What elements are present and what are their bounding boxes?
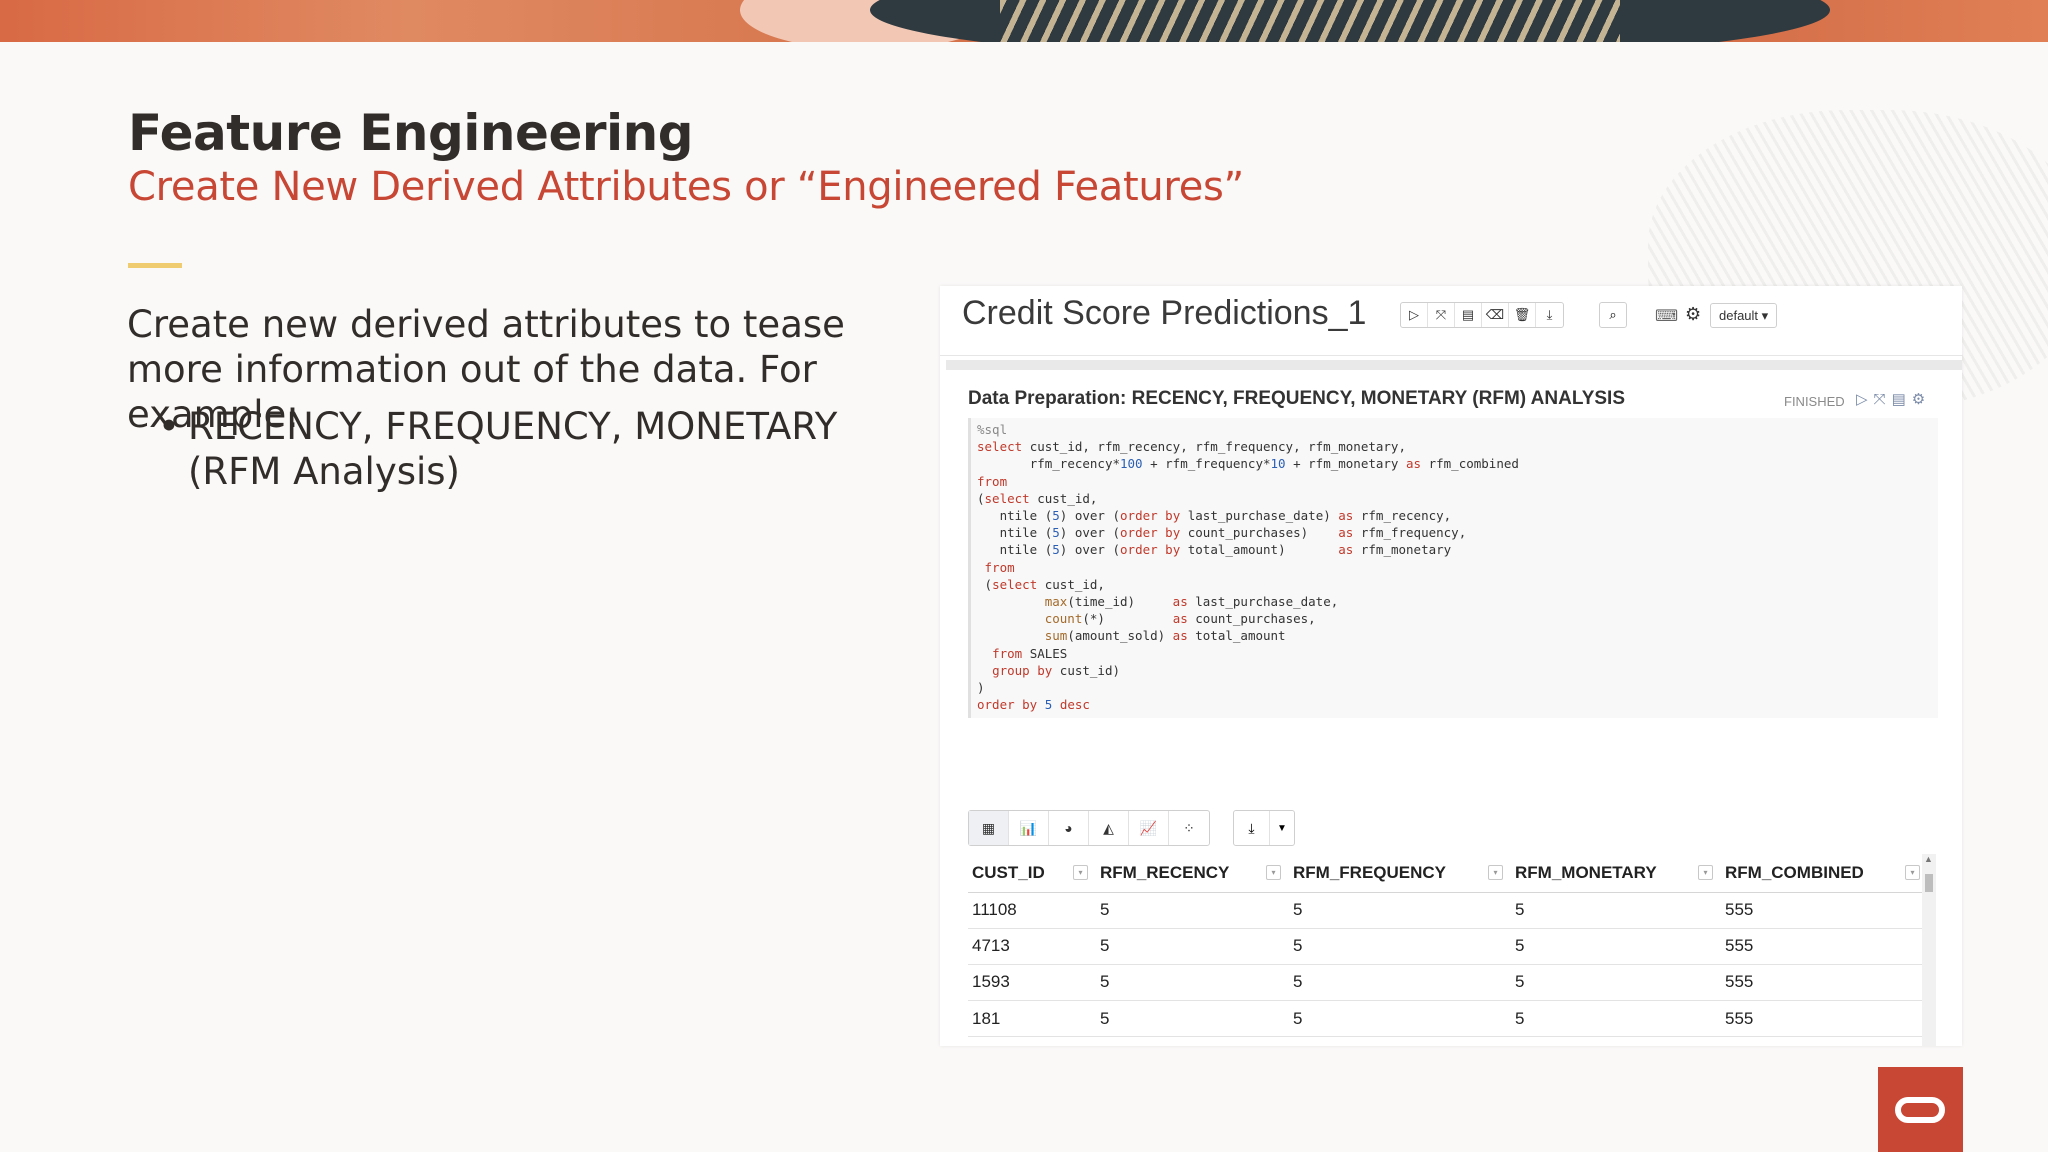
hide-code-icon[interactable]: ⤧ [1428,303,1455,327]
area-chart-icon[interactable]: ◭ [1089,811,1129,845]
table-cell: 555 [1721,928,1928,965]
table-cell: 5 [1096,928,1289,965]
run-all-icon[interactable]: ▷ [1401,303,1428,327]
table-row: 11108 5 5 5 555 [968,892,1928,929]
paragraph-controls: ▷⤧▤⚙ [1856,390,1931,408]
results-table: CUST_ID ▾ RFM_RECENCY ▾ RFM_FREQUENCY ▾ RFM_MO… [968,854,1928,1046]
notebook-header: Credit Score Predictions_1 ▷ ⤧ ▤ ⌫ 🗑 ⤓ ⌕… [940,286,1962,356]
oracle-logo [1878,1067,1963,1152]
slide-subtitle: Create New Derived Attributes or “Engine… [128,164,1244,210]
notebook-title: Credit Score Predictions_1 [962,294,1367,332]
scroll-thumb[interactable] [1925,874,1933,892]
download-data-icon[interactable]: ⤓ [1234,811,1270,845]
scatter-chart-icon[interactable]: ⁘ [1169,811,1209,845]
table-cell: 5 [1096,1000,1289,1038]
accent-divider [128,263,182,268]
notebook-screenshot: Credit Score Predictions_1 ▷ ⤧ ▤ ⌫ 🗑 ⤓ ⌕… [940,286,1962,1046]
code-line: %sql [977,422,1008,437]
column-header-label: RFM_FREQUENCY [1293,862,1447,882]
table-header-row: CUST_ID ▾ RFM_RECENCY ▾ RFM_FREQUENCY ▾ RFM_MO… [968,854,1928,893]
table-cell: 4713 [968,928,1096,965]
bullet-dot: • [158,405,180,448]
separator-strip [946,360,1962,370]
table-cell: 5 [1511,1036,1721,1046]
download-options-caret[interactable]: ▼ [1270,811,1294,845]
table-cell: 1593 [968,964,1096,1002]
download-icon[interactable]: ⤓ [1536,303,1563,327]
table-cell: 5 [1289,1000,1511,1038]
table-body: 11108 5 5 5 555 4713 5 5 5 555 1593 5 5 5 555 181 5 5 5 555… [968,892,1928,1046]
column-header[interactable]: RFM_MONETARY ▾ [1511,854,1721,893]
download-group: ⤓ ▼ [1233,810,1295,846]
table-cell: 7993 [968,1036,1096,1046]
line-chart-icon[interactable]: 📈 [1129,811,1169,845]
table-cell: 555 [1721,964,1928,1002]
caret-down-icon: ▾ [1761,308,1769,323]
bar-chart-icon[interactable]: 📊 [1009,811,1049,845]
search-icon[interactable]: ⌕ [1599,302,1627,328]
scroll-up-icon[interactable]: ▲ [1924,854,1933,864]
hide-output-icon[interactable]: ▤ [1892,391,1912,408]
interpreter-label: default [1719,308,1759,323]
column-header-label: RFM_RECENCY [1100,862,1230,882]
pie-chart-icon[interactable]: ◕ [1049,811,1089,845]
table-cell: 5 [1289,1036,1511,1046]
filter-icon[interactable]: ▾ [1905,865,1920,880]
paragraph-status: FINISHED [1784,394,1845,409]
column-header[interactable]: CUST_ID ▾ [968,854,1096,893]
hide-output-icon[interactable]: ▤ [1455,303,1482,327]
notebook-toolbar: ▷ ⤧ ▤ ⌫ 🗑 ⤓ [1400,302,1564,328]
table-cell: 5 [1511,892,1721,929]
table-row: 181 5 5 5 555 [968,1000,1928,1038]
filter-icon[interactable]: ▾ [1073,865,1088,880]
table-row: 7993555555 [968,1036,1928,1046]
paragraph-title: Data Preparation: RECENCY, FREQUENCY, MO… [968,388,1625,409]
column-header[interactable]: RFM_COMBINED ▾ [1721,854,1928,893]
keyboard-icon[interactable]: ⌨ [1655,306,1678,326]
column-header-label: RFM_COMBINED [1725,862,1864,882]
table-cell: 5 [1511,964,1721,1002]
filter-icon[interactable]: ▾ [1488,865,1503,880]
clear-output-icon[interactable]: ⌫ [1482,303,1509,327]
table-cell: 5 [1289,964,1511,1002]
table-cell: 5 [1511,1000,1721,1038]
visualization-toolbar: ▦ 📊 ◕ ◭ 📈 ⁘ [968,810,1210,846]
table-cell: 555 [1721,1036,1928,1046]
filter-icon[interactable]: ▾ [1266,865,1281,880]
table-row: 1593 5 5 5 555 [968,964,1928,1002]
table-cell: 5 [1096,1036,1289,1046]
table-view-icon[interactable]: ▦ [969,811,1009,845]
bullet-text: RECENCY, FREQUENCY, MONETARY (RFM Analys… [188,405,838,493]
code-line: cust_id, rfm_recency, rfm_frequency, rfm… [1029,439,1406,455]
table-cell: 5 [1289,928,1511,965]
table-cell: 181 [968,1000,1096,1038]
table-cell: 5 [1289,892,1511,929]
table-cell: 5 [1096,892,1289,929]
interpreter-dropdown[interactable]: default ▾ [1710,303,1778,328]
table-cell: 5 [1096,964,1289,1002]
column-header-label: CUST_ID [972,862,1045,882]
slide-title: Feature Engineering [128,104,694,162]
table-scrollbar[interactable]: ▲ [1922,854,1936,1046]
code-line: rfm_recency*100 + rfm_frequency*10 + rfm… [1029,456,1519,472]
sql-code-editor[interactable]: %sql select cust_id, rfm_recency, rfm_fr… [968,418,1938,718]
gear-icon[interactable]: ⚙ [1685,304,1701,325]
column-header[interactable]: RFM_FREQUENCY ▾ [1289,854,1511,893]
column-header[interactable]: RFM_RECENCY ▾ [1096,854,1289,893]
table-cell: 555 [1721,1000,1928,1038]
hide-code-icon[interactable]: ⤧ [1874,391,1892,408]
table-row: 4713 5 5 5 555 [968,928,1928,965]
filter-icon[interactable]: ▾ [1698,865,1713,880]
decorative-banner [0,0,2048,42]
run-icon[interactable]: ▷ [1856,391,1874,408]
table-cell: 11108 [968,892,1096,929]
settings-icon[interactable]: ⚙ [1912,391,1931,408]
table-cell: 5 [1511,928,1721,965]
delete-icon[interactable]: 🗑 [1509,303,1536,327]
oracle-logo-ring [1895,1097,1945,1123]
table-cell: 555 [1721,892,1928,929]
column-header-label: RFM_MONETARY [1515,862,1657,882]
paragraph-cell: Data Preparation: RECENCY, FREQUENCY, MO… [946,370,1962,1046]
